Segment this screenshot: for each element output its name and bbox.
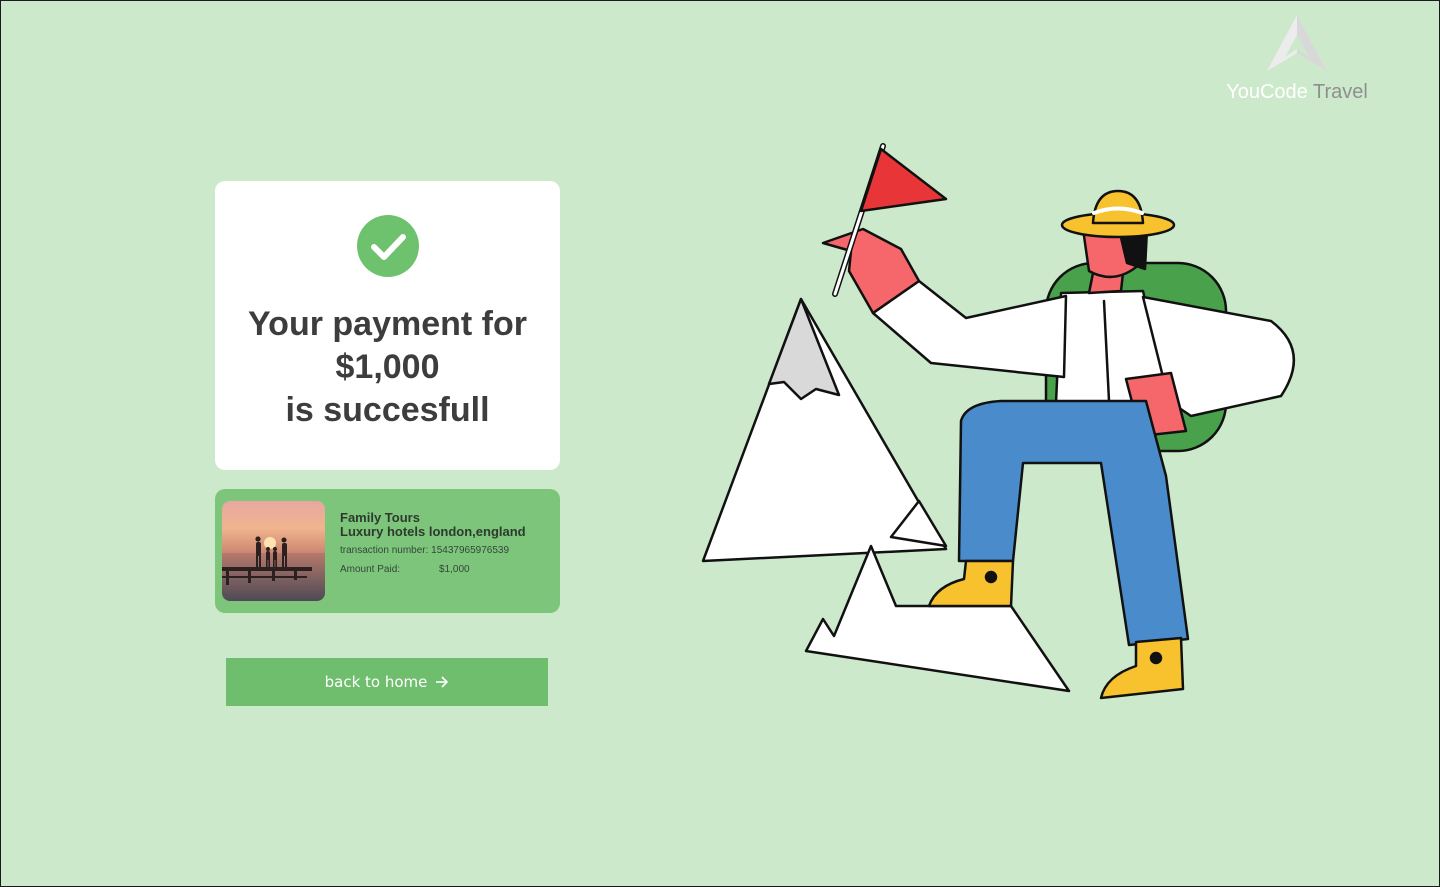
payment-success-card: Your payment for $1,000 is succesfull bbox=[215, 181, 560, 470]
tour-info: Family Tours Luxury hotels london,englan… bbox=[340, 511, 526, 579]
check-circle-icon bbox=[357, 215, 419, 277]
payment-message: Your payment for $1,000 is succesfull bbox=[215, 303, 560, 432]
hiker-with-flag-on-mountains-illustration bbox=[701, 143, 1296, 700]
brand-name: YouCode Travel bbox=[1223, 81, 1371, 104]
tour-summary-card: Family Tours Luxury hotels london,englan… bbox=[215, 489, 560, 613]
family-at-sunset-pier-photo bbox=[222, 501, 325, 601]
brand-name-part2: Travel bbox=[1312, 81, 1368, 103]
brand-logo[interactable]: YouCode Travel bbox=[1223, 13, 1371, 105]
page-frame: YouCode Travel Your payment for $1,000 i… bbox=[1, 1, 1439, 886]
back-to-home-button[interactable]: back to home bbox=[226, 658, 548, 706]
transaction-number: 15437965976539 bbox=[431, 545, 510, 556]
brand-name-part1: YouCode bbox=[1226, 81, 1308, 103]
mountain-logo-icon bbox=[1267, 15, 1327, 71]
amount-paid-label: Amount Paid: bbox=[340, 564, 401, 575]
arrow-right-icon bbox=[436, 676, 449, 688]
transaction-label: transaction number: bbox=[340, 545, 429, 556]
transaction-row: transaction number: 15437965976539 Amoun… bbox=[340, 541, 526, 579]
payment-amount: $1,000 bbox=[335, 348, 440, 386]
amount-paid-value: $1,000 bbox=[439, 564, 470, 575]
tour-title: Family Tours bbox=[340, 510, 420, 525]
payment-message-line1: Your payment for bbox=[248, 305, 527, 343]
back-to-home-label: back to home bbox=[324, 673, 428, 691]
payment-message-line3: is succesfull bbox=[285, 391, 490, 429]
tour-subtitle: Luxury hotels london,england bbox=[340, 524, 526, 539]
